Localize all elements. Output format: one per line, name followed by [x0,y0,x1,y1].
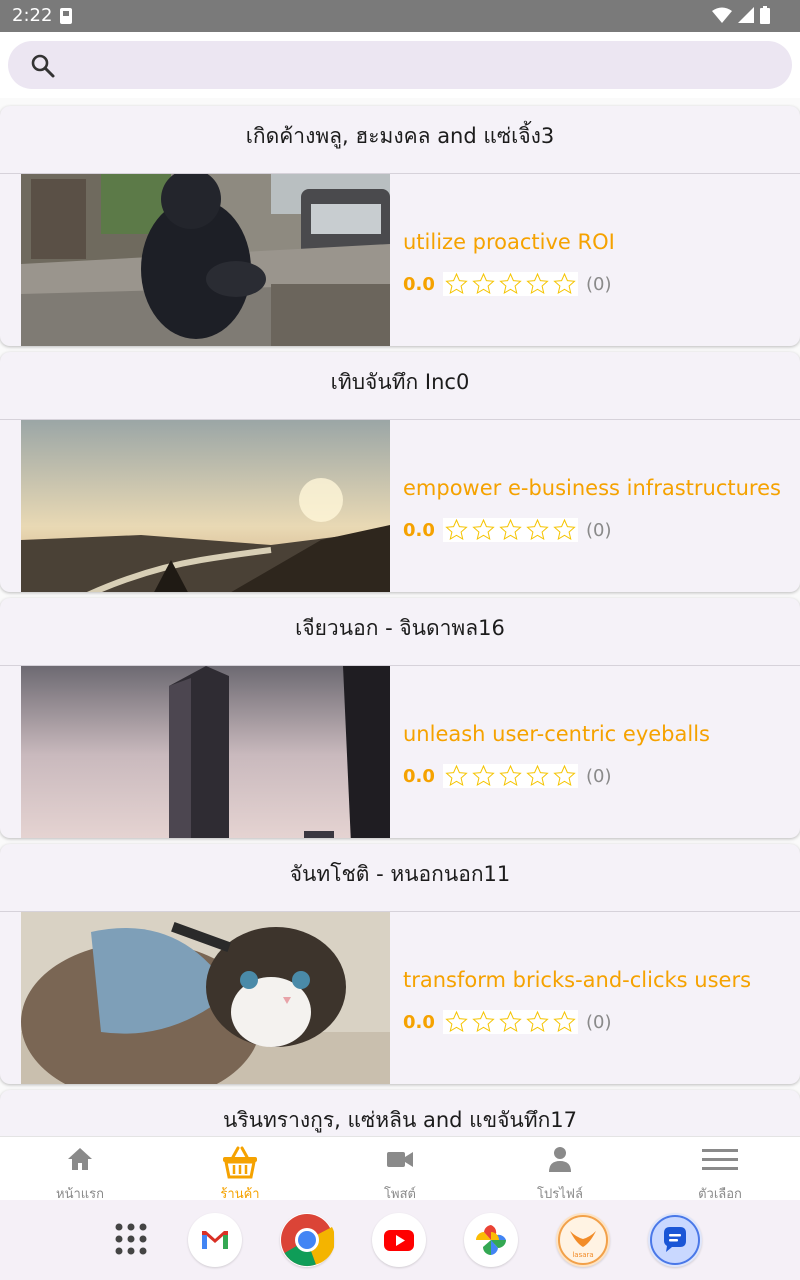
product-title[interactable]: empower e-business infrastructures [403,476,781,500]
wifi-icon [712,7,732,23]
store-name: เจียวนอก - จินดาพล16 [0,598,800,666]
search-area [0,32,800,98]
nav-posts[interactable]: โพสต์ [320,1137,480,1202]
product-title[interactable]: utilize proactive ROI [403,230,615,254]
home-icon [68,1148,92,1170]
store-card[interactable]: นรินทรางกูร, แซ่หลิน and แขจันทึก17 [0,1090,800,1136]
sim-card-icon [60,8,72,24]
app-dock: lasara [0,1200,800,1280]
rating-row: 0.0 (0) [403,1010,612,1034]
youtube-icon[interactable] [372,1213,426,1267]
star-icon [472,272,495,295]
person-icon [549,1147,571,1172]
rating-row: 0.0 (0) [403,272,612,296]
lasara-label: lasara [572,1251,593,1259]
star-rating [443,764,578,788]
star-icon [553,518,576,541]
rating-row: 0.0 (0) [403,764,612,788]
store-card[interactable]: จันทโชติ - หนอกนอก11 transform bricks-an… [0,844,800,1084]
store-list: เกิดค้างพลู, ฮะมงคล and แซ่เจิ้ง3 utiliz… [0,98,800,1136]
gmail-icon[interactable] [188,1213,242,1267]
star-rating [443,1010,578,1034]
star-icon [526,1010,549,1033]
star-icon [499,518,522,541]
star-rating [443,518,578,542]
star-icon [499,1010,522,1033]
product-image[interactable] [21,174,390,346]
nav-options[interactable]: ตัวเลือก [640,1137,800,1202]
basket-icon [223,1146,257,1179]
review-count: (0) [586,519,612,541]
review-count: (0) [586,765,612,787]
store-name: จันทโชติ - หนอกนอก11 [0,844,800,912]
rating-row: 0.0 (0) [403,518,612,542]
product-image[interactable] [21,912,390,1084]
status-time: 2:22 [12,5,53,26]
rating-score: 0.0 [403,765,435,787]
star-icon [553,1010,576,1033]
rating-score: 0.0 [403,519,435,541]
star-icon [553,764,576,787]
star-rating [443,272,578,296]
star-icon [472,764,495,787]
star-icon [526,764,549,787]
rating-score: 0.0 [403,273,435,295]
nav-home[interactable]: หน้าแรก [0,1137,160,1202]
store-card[interactable]: เทิบจันทึก Inc0 empower e-business infra… [0,352,800,592]
chrome-icon[interactable] [280,1213,336,1267]
messages-icon[interactable] [648,1213,702,1267]
star-icon [445,1010,468,1033]
star-icon [472,1010,495,1033]
store-card[interactable]: เจียวนอก - จินดาพล16 unleash user-centri… [0,598,800,838]
product-image[interactable] [21,420,390,592]
bear-statue-photo [21,174,390,346]
star-icon [499,764,522,787]
product-title[interactable]: unleash user-centric eyeballs [403,722,710,746]
skyscraper-photo [21,666,390,838]
sunset-valley-photo [21,420,390,592]
review-count: (0) [586,1011,612,1033]
store-name: เทิบจันทึก Inc0 [0,352,800,420]
star-icon [553,272,576,295]
nav-profile[interactable]: โปรไฟล์ [480,1137,640,1202]
star-icon [472,518,495,541]
store-name: นรินทรางกูร, แซ่หลิน and แขจันทึก17 [0,1090,800,1136]
nav-shop[interactable]: ร้านค้า [160,1137,320,1202]
star-icon [445,764,468,787]
search-input[interactable] [8,41,792,89]
review-count: (0) [586,273,612,295]
photos-icon[interactable] [464,1213,518,1267]
menu-icon [702,1149,738,1170]
product-title[interactable]: transform bricks-and-clicks users [403,968,751,992]
store-name: เกิดค้างพลู, ฮะมงคล and แซ่เจิ้ง3 [0,106,800,174]
video-icon [387,1152,413,1167]
app-drawer-icon[interactable] [114,1222,148,1256]
star-icon [445,518,468,541]
cat-harness-photo [21,912,390,1084]
battery-icon [760,6,770,24]
star-icon [445,272,468,295]
search-icon[interactable] [30,53,56,79]
star-icon [526,272,549,295]
product-image[interactable] [21,666,390,838]
star-icon [499,272,522,295]
status-bar: 2:22 [0,0,800,32]
signal-icon [738,7,754,23]
star-icon [526,518,549,541]
store-card[interactable]: เกิดค้างพลู, ฮะมงคล and แซ่เจิ้ง3 utiliz… [0,106,800,346]
rating-score: 0.0 [403,1011,435,1033]
bottom-navigation: หน้าแรก ร้านค้า โพสต์ โปรไฟล์ ตัวเลือก [0,1136,800,1202]
lasara-icon[interactable]: lasara [556,1213,610,1267]
